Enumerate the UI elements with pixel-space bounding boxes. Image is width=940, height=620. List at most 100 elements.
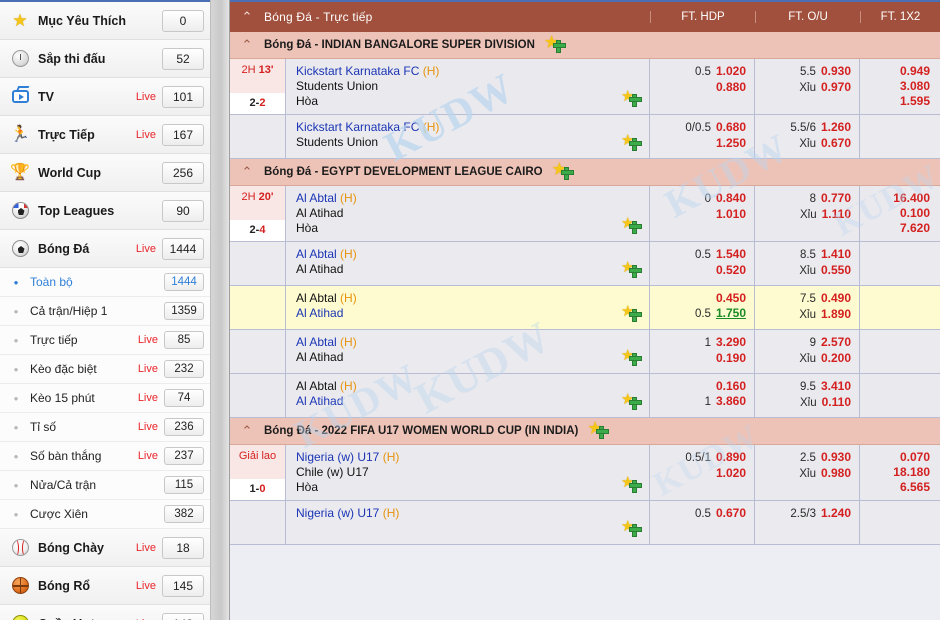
add-favorite-icon[interactable]: ★ (621, 216, 642, 234)
match-favorite[interactable]: ★ (621, 216, 642, 237)
odds-value[interactable]: 0.980 (821, 466, 851, 480)
odds-line[interactable]: 3.080 (864, 79, 930, 94)
table-row[interactable]: Al Abtal (H) Al Atihad ★ 1 3.290 0.190 9 2.570 X… (230, 330, 940, 374)
odds-line[interactable]: 2.5/3 1.240 (759, 506, 851, 522)
sidebar-item-live[interactable]: 🏃 Trực Tiếp Live 167 (0, 116, 210, 154)
league-favorite[interactable]: ★ (545, 35, 940, 56)
odds-value[interactable]: 1.260 (821, 120, 851, 134)
odds-value[interactable]: 0.930 (821, 450, 851, 464)
odds-value[interactable]: 18.180 (893, 465, 930, 479)
odds-value[interactable]: 0.490 (821, 291, 851, 305)
team-name[interactable]: Al Abtal (H) (296, 247, 649, 262)
team-name[interactable]: Al Abtal (H) (296, 191, 649, 206)
odds-value[interactable]: 0.190 (716, 351, 746, 365)
odds-cell-hdp[interactable]: 0.160 1 3.860 (650, 374, 755, 417)
league-header[interactable]: ⌃ Bóng Đá - INDIAN BANGALORE SUPER DIVISI… (230, 32, 940, 59)
odds-cell-1x2[interactable] (860, 330, 940, 373)
sidebar-item-baseball[interactable]: Bóng Chày Live 18 (0, 529, 210, 567)
odds-value[interactable]: 0.520 (716, 263, 746, 277)
add-favorite-icon[interactable]: ★ (621, 260, 642, 278)
odds-cell-1x2[interactable] (860, 115, 940, 158)
match-favorite[interactable]: ★ (621, 348, 642, 369)
odds-line[interactable]: Xỉu 0.550 (759, 263, 851, 279)
odds-line[interactable]: 0.450 (654, 291, 746, 306)
odds-value[interactable]: 0.670 (821, 136, 851, 150)
odds-line[interactable]: 0.160 (654, 379, 746, 394)
team-name[interactable]: Nigeria (w) U17 (H) (296, 450, 649, 465)
collapse-chevron-icon[interactable]: ⌃ (230, 37, 264, 53)
odds-line[interactable]: Xỉu 0.970 (759, 80, 851, 96)
sidebar-item-basketball[interactable]: Bóng Rổ Live 145 (0, 567, 210, 605)
sidebar-subitem-all[interactable]: • Toàn bộ 1444 (0, 268, 210, 297)
odds-line[interactable]: 1.020 (654, 466, 746, 481)
odds-line[interactable]: 1.595 (864, 94, 930, 109)
odds-value[interactable]: 0.110 (822, 395, 851, 409)
odds-value[interactable]: 1.240 (821, 506, 851, 520)
odds-value[interactable]: 0.890 (716, 450, 746, 464)
odds-cell-1x2[interactable] (860, 286, 940, 329)
sidebar-subitem-score[interactable]: • Tỉ số Live 236 (0, 413, 210, 442)
league-favorite[interactable]: ★ (553, 162, 940, 183)
odds-line[interactable]: 0/0.5 0.680 (654, 120, 746, 136)
table-row[interactable]: Al Abtal (H) Al Atihad ★ 0.160 1 3.860 9.5 3.41… (230, 374, 940, 418)
odds-value[interactable]: 16.400 (893, 191, 930, 205)
sidebar-item-tv[interactable]: TV Live 101 (0, 78, 210, 116)
odds-value[interactable]: 3.410 (821, 379, 851, 393)
odds-line[interactable]: 9 2.570 (759, 335, 851, 351)
odds-value[interactable]: 0.550 (821, 263, 851, 277)
odds-value[interactable]: 0.450 (716, 291, 746, 305)
team-name[interactable]: Al Abtal (H) (296, 335, 649, 350)
odds-line[interactable]: 9.5 3.410 (759, 379, 851, 395)
odds-line[interactable]: 0.880 (654, 80, 746, 95)
odds-value[interactable]: 0.770 (821, 191, 851, 205)
odds-value[interactable]: 1.540 (716, 247, 746, 261)
match-favorite[interactable]: ★ (621, 392, 642, 413)
odds-value[interactable]: 0.680 (716, 120, 746, 134)
add-favorite-icon[interactable]: ★ (553, 162, 574, 180)
odds-line[interactable]: 5.5/6 1.260 (759, 120, 851, 136)
odds-line[interactable]: Xỉu 1.890 (759, 307, 851, 323)
match-favorite[interactable]: ★ (621, 475, 642, 496)
odds-line[interactable]: 0.5 0.670 (654, 506, 746, 522)
odds-line[interactable]: 0.949 (864, 64, 930, 79)
sidebar-item-favorites[interactable]: ★ Mục Yêu Thích 0 (0, 2, 210, 40)
sidebar-item-football[interactable]: Bóng Đá Live 1444 (0, 230, 210, 268)
sidebar-item-top-leagues[interactable]: Top Leagues 90 (0, 192, 210, 230)
match-favorite[interactable]: ★ (621, 519, 642, 540)
odds-line[interactable]: 1.010 (654, 207, 746, 222)
add-favorite-icon[interactable]: ★ (621, 133, 642, 151)
add-favorite-icon[interactable]: ★ (621, 304, 642, 322)
collapse-chevron-icon[interactable]: ⌃ (230, 164, 264, 180)
odds-line[interactable]: 5.5 0.930 (759, 64, 851, 80)
odds-cell-ou[interactable]: 8 0.770 Xỉu 1.110 (755, 186, 860, 241)
collapse-chevron-icon[interactable]: ⌃ (230, 423, 264, 439)
league-header[interactable]: ⌃ Bóng Đá - EGYPT DEVELOPMENT LEAGUE CAIR… (230, 159, 940, 186)
odds-line[interactable]: 7.620 (864, 221, 930, 236)
odds-value[interactable]: 1.110 (822, 207, 851, 221)
add-favorite-icon[interactable]: ★ (588, 421, 610, 439)
odds-line[interactable]: 16.400 (864, 191, 930, 206)
odds-line[interactable]: 6.565 (864, 480, 930, 495)
odds-value[interactable]: 1.890 (821, 307, 851, 321)
odds-line[interactable]: 0.070 (864, 450, 930, 465)
odds-line[interactable]: 8 0.770 (759, 191, 851, 207)
odds-cell-hdp[interactable]: 0.5/1 0.890 1.020 (650, 445, 755, 500)
team-name[interactable]: Kickstart Karnataka FC (H) (296, 120, 649, 135)
collapse-chevron-icon[interactable]: ⌃ (230, 9, 264, 25)
odds-line[interactable]: 0.5 1.020 (654, 64, 746, 80)
sidebar-subitem-total-goals[interactable]: • Số bàn thắng Live 237 (0, 442, 210, 471)
odds-line[interactable]: Xỉu 0.980 (759, 466, 851, 482)
odds-line[interactable]: 0.5/1 0.890 (654, 450, 746, 466)
odds-cell-ou[interactable]: 5.5/6 1.260 Xỉu 0.670 (755, 115, 860, 158)
match-favorite[interactable]: ★ (621, 260, 642, 281)
add-favorite-icon[interactable]: ★ (621, 392, 642, 410)
add-favorite-icon[interactable]: ★ (621, 475, 642, 493)
odds-value[interactable]: 0.670 (716, 506, 746, 520)
odds-line[interactable]: 0.520 (654, 263, 746, 278)
odds-cell-hdp[interactable]: 0 0.840 1.010 (650, 186, 755, 241)
odds-value[interactable]: 0.970 (821, 80, 851, 94)
add-favorite-icon[interactable]: ★ (621, 348, 642, 366)
odds-value[interactable]: 0.949 (900, 64, 930, 78)
match-favorite[interactable]: ★ (621, 89, 642, 110)
add-favorite-icon[interactable]: ★ (545, 35, 566, 53)
